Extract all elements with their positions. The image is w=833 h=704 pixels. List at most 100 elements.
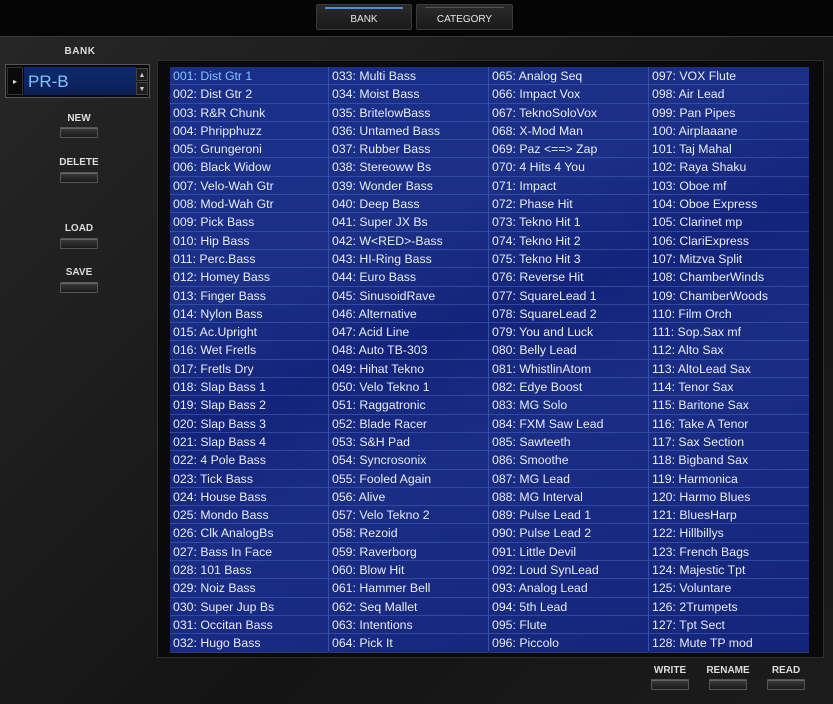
patch-item[interactable]: 028: 101 Bass bbox=[170, 561, 328, 580]
patch-item[interactable]: 095: Flute bbox=[489, 616, 648, 635]
save-button[interactable] bbox=[60, 282, 98, 293]
patch-item[interactable]: 021: Slap Bass 4 bbox=[170, 433, 328, 452]
patch-item[interactable]: 058: Rezoid bbox=[329, 524, 488, 543]
patch-item[interactable]: 009: Pick Bass bbox=[170, 213, 328, 232]
patch-item[interactable]: 108: ChamberWinds bbox=[649, 268, 809, 287]
patch-item[interactable]: 067: TeknoSoloVox bbox=[489, 104, 648, 122]
patch-item[interactable]: 027: Bass In Face bbox=[170, 543, 328, 562]
patch-item[interactable]: 053: S&H Pad bbox=[329, 433, 488, 452]
patch-item[interactable]: 073: Tekno Hit 1 bbox=[489, 213, 648, 232]
patch-item[interactable]: 098: Air Lead bbox=[649, 85, 809, 104]
patch-item[interactable]: 102: Raya Shaku bbox=[649, 158, 809, 177]
patch-item[interactable]: 083: MG Solo bbox=[489, 396, 648, 415]
patch-item[interactable]: 091: Little Devil bbox=[489, 543, 648, 562]
patch-item[interactable]: 064: Pick It bbox=[329, 634, 488, 653]
patch-item[interactable]: 045: SinusoidRave bbox=[329, 287, 488, 305]
patch-item[interactable]: 017: Fretls Dry bbox=[170, 360, 328, 379]
patch-item[interactable]: 122: Hillbillys bbox=[649, 524, 809, 543]
load-button[interactable] bbox=[60, 238, 98, 249]
patch-item[interactable]: 115: Baritone Sax bbox=[649, 396, 809, 415]
patch-item[interactable]: 074: Tekno Hit 2 bbox=[489, 232, 648, 250]
patch-item[interactable]: 013: Finger Bass bbox=[170, 287, 328, 305]
patch-item[interactable]: 111: Sop.Sax mf bbox=[649, 323, 809, 342]
patch-item[interactable]: 026: Clk AnalogBs bbox=[170, 524, 328, 543]
patch-item[interactable]: 116: Take A Tenor bbox=[649, 415, 809, 433]
patch-item[interactable]: 008: Mod-Wah Gtr bbox=[170, 195, 328, 214]
patch-item[interactable]: 007: Velo-Wah Gtr bbox=[170, 177, 328, 196]
patch-item[interactable]: 025: Mondo Bass bbox=[170, 506, 328, 525]
rename-button[interactable] bbox=[709, 679, 747, 690]
patch-item[interactable]: 114: Tenor Sax bbox=[649, 378, 809, 397]
patch-item[interactable]: 103: Oboe mf bbox=[649, 177, 809, 196]
patch-item[interactable]: 065: Analog Seq bbox=[489, 67, 648, 86]
patch-item[interactable]: 022: 4 Pole Bass bbox=[170, 451, 328, 470]
patch-item[interactable]: 016: Wet Fretls bbox=[170, 341, 328, 360]
patch-item[interactable]: 068: X-Mod Man bbox=[489, 122, 648, 141]
patch-item[interactable]: 123: French Bags bbox=[649, 543, 809, 562]
patch-item[interactable]: 035: BritelowBass bbox=[329, 104, 488, 122]
patch-item[interactable]: 039: Wonder Bass bbox=[329, 177, 488, 196]
patch-item[interactable]: 087: MG Lead bbox=[489, 470, 648, 488]
patch-item[interactable]: 050: Velo Tekno 1 bbox=[329, 378, 488, 397]
patch-item[interactable]: 081: WhistlinAtom bbox=[489, 360, 648, 379]
patch-item[interactable]: 107: Mitzva Split bbox=[649, 250, 809, 269]
patch-item[interactable]: 092: Loud SynLead bbox=[489, 561, 648, 580]
patch-item[interactable]: 001: Dist Gtr 1 bbox=[170, 67, 328, 86]
patch-item[interactable]: 042: W<RED>-Bass bbox=[329, 232, 488, 250]
patch-item[interactable]: 054: Syncrosonix bbox=[329, 451, 488, 470]
patch-item[interactable]: 110: Film Orch bbox=[649, 305, 809, 324]
patch-item[interactable]: 112: Alto Sax bbox=[649, 341, 809, 360]
patch-item[interactable]: 059: Raverborg bbox=[329, 543, 488, 562]
patch-item[interactable]: 100: Airplaaane bbox=[649, 122, 809, 141]
patch-item[interactable]: 056: Alive bbox=[329, 488, 488, 507]
patch-item[interactable]: 079: You and Luck bbox=[489, 323, 648, 342]
patch-item[interactable]: 031: Occitan Bass bbox=[170, 616, 328, 635]
patch-item[interactable]: 038: Stereoww Bs bbox=[329, 158, 488, 177]
patch-item[interactable]: 106: ClariExpress bbox=[649, 232, 809, 250]
patch-item[interactable]: 105: Clarinet mp bbox=[649, 213, 809, 232]
patch-item[interactable]: 088: MG Interval bbox=[489, 488, 648, 507]
patch-item[interactable]: 124: Majestic Tpt bbox=[649, 561, 809, 580]
patch-item[interactable]: 023: Tick Bass bbox=[170, 470, 328, 488]
patch-item[interactable]: 070: 4 Hits 4 You bbox=[489, 158, 648, 177]
tab-category[interactable]: CATEGORY bbox=[416, 4, 513, 30]
patch-item[interactable]: 109: ChamberWoods bbox=[649, 287, 809, 305]
patch-item[interactable]: 018: Slap Bass 1 bbox=[170, 378, 328, 397]
patch-item[interactable]: 057: Velo Tekno 2 bbox=[329, 506, 488, 525]
patch-item[interactable]: 015: Ac.Upright bbox=[170, 323, 328, 342]
patch-item[interactable]: 121: BluesHarp bbox=[649, 506, 809, 525]
patch-item[interactable]: 075: Tekno Hit 3 bbox=[489, 250, 648, 269]
patch-item[interactable]: 044: Euro Bass bbox=[329, 268, 488, 287]
new-button[interactable] bbox=[60, 127, 98, 138]
bank-selector[interactable]: ▸ PR-B ▲ ▼ bbox=[5, 64, 150, 98]
patch-item[interactable]: 099: Pan Pipes bbox=[649, 104, 809, 122]
patch-item[interactable]: 113: AltoLead Sax bbox=[649, 360, 809, 379]
patch-item[interactable]: 063: Intentions bbox=[329, 616, 488, 635]
patch-item[interactable]: 005: Grungeroni bbox=[170, 140, 328, 159]
patch-item[interactable]: 051: Raggatronic bbox=[329, 396, 488, 415]
patch-item[interactable]: 119: Harmonica bbox=[649, 470, 809, 488]
patch-item[interactable]: 069: Paz <==> Zap bbox=[489, 140, 648, 159]
patch-item[interactable]: 019: Slap Bass 2 bbox=[170, 396, 328, 415]
patch-item[interactable]: 127: Tpt Sect bbox=[649, 616, 809, 635]
patch-item[interactable]: 055: Fooled Again bbox=[329, 470, 488, 488]
patch-item[interactable]: 048: Auto TB-303 bbox=[329, 341, 488, 360]
patch-item[interactable]: 093: Analog Lead bbox=[489, 579, 648, 598]
bank-prev-arrow-icon[interactable]: ▸ bbox=[7, 67, 23, 95]
patch-item[interactable]: 071: Impact bbox=[489, 177, 648, 196]
patch-item[interactable]: 052: Blade Racer bbox=[329, 415, 488, 433]
patch-item[interactable]: 060: Blow Hit bbox=[329, 561, 488, 580]
patch-list[interactable]: 001: Dist Gtr 1 002: Dist Gtr 2 003: R&R C… bbox=[170, 67, 809, 653]
patch-item[interactable]: 047: Acid Line bbox=[329, 323, 488, 342]
patch-item[interactable]: 117: Sax Section bbox=[649, 433, 809, 452]
patch-item[interactable]: 010: Hip Bass bbox=[170, 232, 328, 250]
patch-item[interactable]: 036: Untamed Bass bbox=[329, 122, 488, 141]
patch-item[interactable]: 006: Black Widow bbox=[170, 158, 328, 177]
patch-item[interactable]: 032: Hugo Bass bbox=[170, 634, 328, 653]
patch-item[interactable]: 090: Pulse Lead 2 bbox=[489, 524, 648, 543]
patch-item[interactable]: 049: Hihat Tekno bbox=[329, 360, 488, 379]
patch-item[interactable]: 033: Multi Bass bbox=[329, 67, 488, 86]
patch-item[interactable]: 126: 2Trumpets bbox=[649, 598, 809, 616]
patch-item[interactable]: 104: Oboe Express bbox=[649, 195, 809, 214]
patch-item[interactable]: 004: Phripphuzz bbox=[170, 122, 328, 141]
